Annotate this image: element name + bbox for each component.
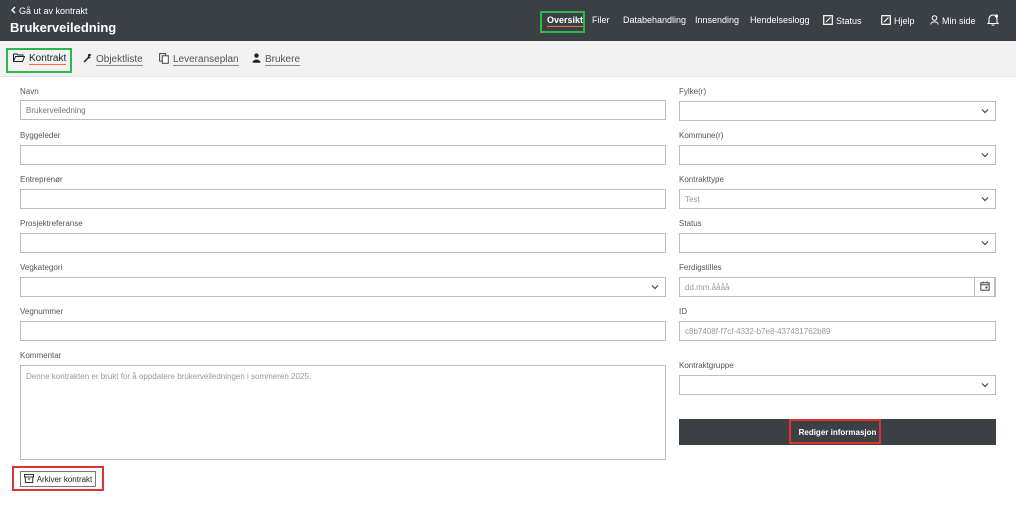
entreprenor-input[interactable] <box>20 189 666 209</box>
kontrakttype-select[interactable]: Test <box>679 189 996 209</box>
tab-brukere[interactable]: Brukere <box>252 53 301 66</box>
tab-brukere-label: Brukere <box>265 53 301 66</box>
ferdigstilles-label: Ferdigstilles <box>679 263 722 272</box>
kommentar-textarea[interactable]: Denne kontrakten er brukt for å oppdater… <box>20 365 666 460</box>
edit-square-icon <box>823 15 833 27</box>
kommentar-label: Kommentar <box>20 351 62 360</box>
copy-icon <box>159 53 169 67</box>
fylke-label: Fylke(r) <box>679 87 707 96</box>
edit-information-button[interactable]: Rediger informasjon <box>679 419 996 445</box>
ferdigstilles-date-input[interactable]: dd.mm.åååå <box>679 277 996 297</box>
back-link[interactable]: Gå ut av kontrakt <box>10 6 88 16</box>
kontrakttype-value: Test <box>685 195 700 204</box>
byggeleder-label: Byggeleder <box>20 131 61 140</box>
fylke-select[interactable] <box>679 101 996 121</box>
navn-input[interactable] <box>20 100 666 120</box>
archive-icon <box>23 473 34 485</box>
nav-status[interactable]: Status <box>823 15 862 27</box>
tab-objektliste[interactable]: Objektliste <box>83 53 143 66</box>
vegkategori-label: Vegkategori <box>20 263 63 272</box>
nav-min-side[interactable]: Min side <box>930 15 976 27</box>
back-link-label: Gå ut av kontrakt <box>19 6 88 16</box>
chevron-down-icon <box>981 150 989 160</box>
kommune-select[interactable] <box>679 145 996 165</box>
id-label: ID <box>679 307 687 316</box>
byggeleder-input[interactable] <box>20 145 666 165</box>
kontrakttype-label: Kontrakttype <box>679 175 724 184</box>
vegnummer-input[interactable] <box>20 321 666 341</box>
bell-icon <box>986 13 1000 28</box>
nav-hjelp[interactable]: Hjelp <box>881 15 915 27</box>
chevron-down-icon <box>651 282 659 292</box>
sub-nav: Kontrakt Objektliste Leveranseplan Bruke… <box>0 41 1016 77</box>
status-select[interactable] <box>679 233 996 253</box>
vegnummer-label: Vegnummer <box>20 307 64 316</box>
person-icon <box>252 53 261 66</box>
status-label: Status <box>679 219 702 228</box>
wrench-icon <box>83 53 92 66</box>
folder-open-icon <box>13 53 26 65</box>
kommune-label: Kommune(r) <box>679 131 724 140</box>
chevron-down-icon <box>981 238 989 248</box>
entreprenor-label: Entreprenør <box>20 175 63 184</box>
calendar-button[interactable] <box>974 277 995 297</box>
page-title: Brukerveiledning <box>10 20 117 35</box>
navn-label: Navn <box>20 87 39 96</box>
nav-databehandling[interactable]: Databehandling <box>623 15 686 25</box>
chevron-down-icon <box>981 380 989 390</box>
top-header: Gå ut av kontrakt Brukerveiledning Overs… <box>0 0 1016 41</box>
tab-leveranseplan[interactable]: Leveranseplan <box>159 53 239 67</box>
tab-objektliste-label: Objektliste <box>96 53 143 66</box>
id-input[interactable]: c8b7408f-f7cf-4332-b7e8-437431762b89 <box>679 321 996 341</box>
nav-oversikt[interactable]: Oversikt <box>547 15 584 27</box>
prosjektreferanse-input[interactable] <box>20 233 666 253</box>
chevron-down-icon <box>981 106 989 116</box>
archive-contract-button[interactable]: Arkiver kontrakt <box>20 471 96 487</box>
nav-hendelseslogg[interactable]: Hendelseslogg <box>750 15 810 25</box>
notification-bell-button[interactable] <box>986 13 1000 28</box>
nav-filer[interactable]: Filer <box>592 15 610 25</box>
vegkategori-select[interactable] <box>20 277 666 297</box>
nav-innsending[interactable]: Innsending <box>695 15 739 25</box>
prosjektreferanse-label: Prosjektreferanse <box>20 219 83 228</box>
tab-kontrakt[interactable]: Kontrakt <box>13 53 67 65</box>
chevron-left-icon <box>10 6 16 16</box>
kontraktgruppe-label: Kontraktgruppe <box>679 361 734 370</box>
kontraktgruppe-select[interactable] <box>679 375 996 395</box>
archive-contract-label: Arkiver kontrakt <box>36 474 93 484</box>
calendar-icon <box>979 281 990 293</box>
chevron-down-icon <box>981 194 989 204</box>
edit-information-label: Rediger informasjon <box>798 427 877 437</box>
tab-kontrakt-label: Kontrakt <box>29 53 67 65</box>
tab-leveranseplan-label: Leveranseplan <box>173 54 239 66</box>
ferdigstilles-placeholder: dd.mm.åååå <box>685 283 730 292</box>
user-icon <box>930 15 939 27</box>
help-square-icon <box>881 15 891 27</box>
